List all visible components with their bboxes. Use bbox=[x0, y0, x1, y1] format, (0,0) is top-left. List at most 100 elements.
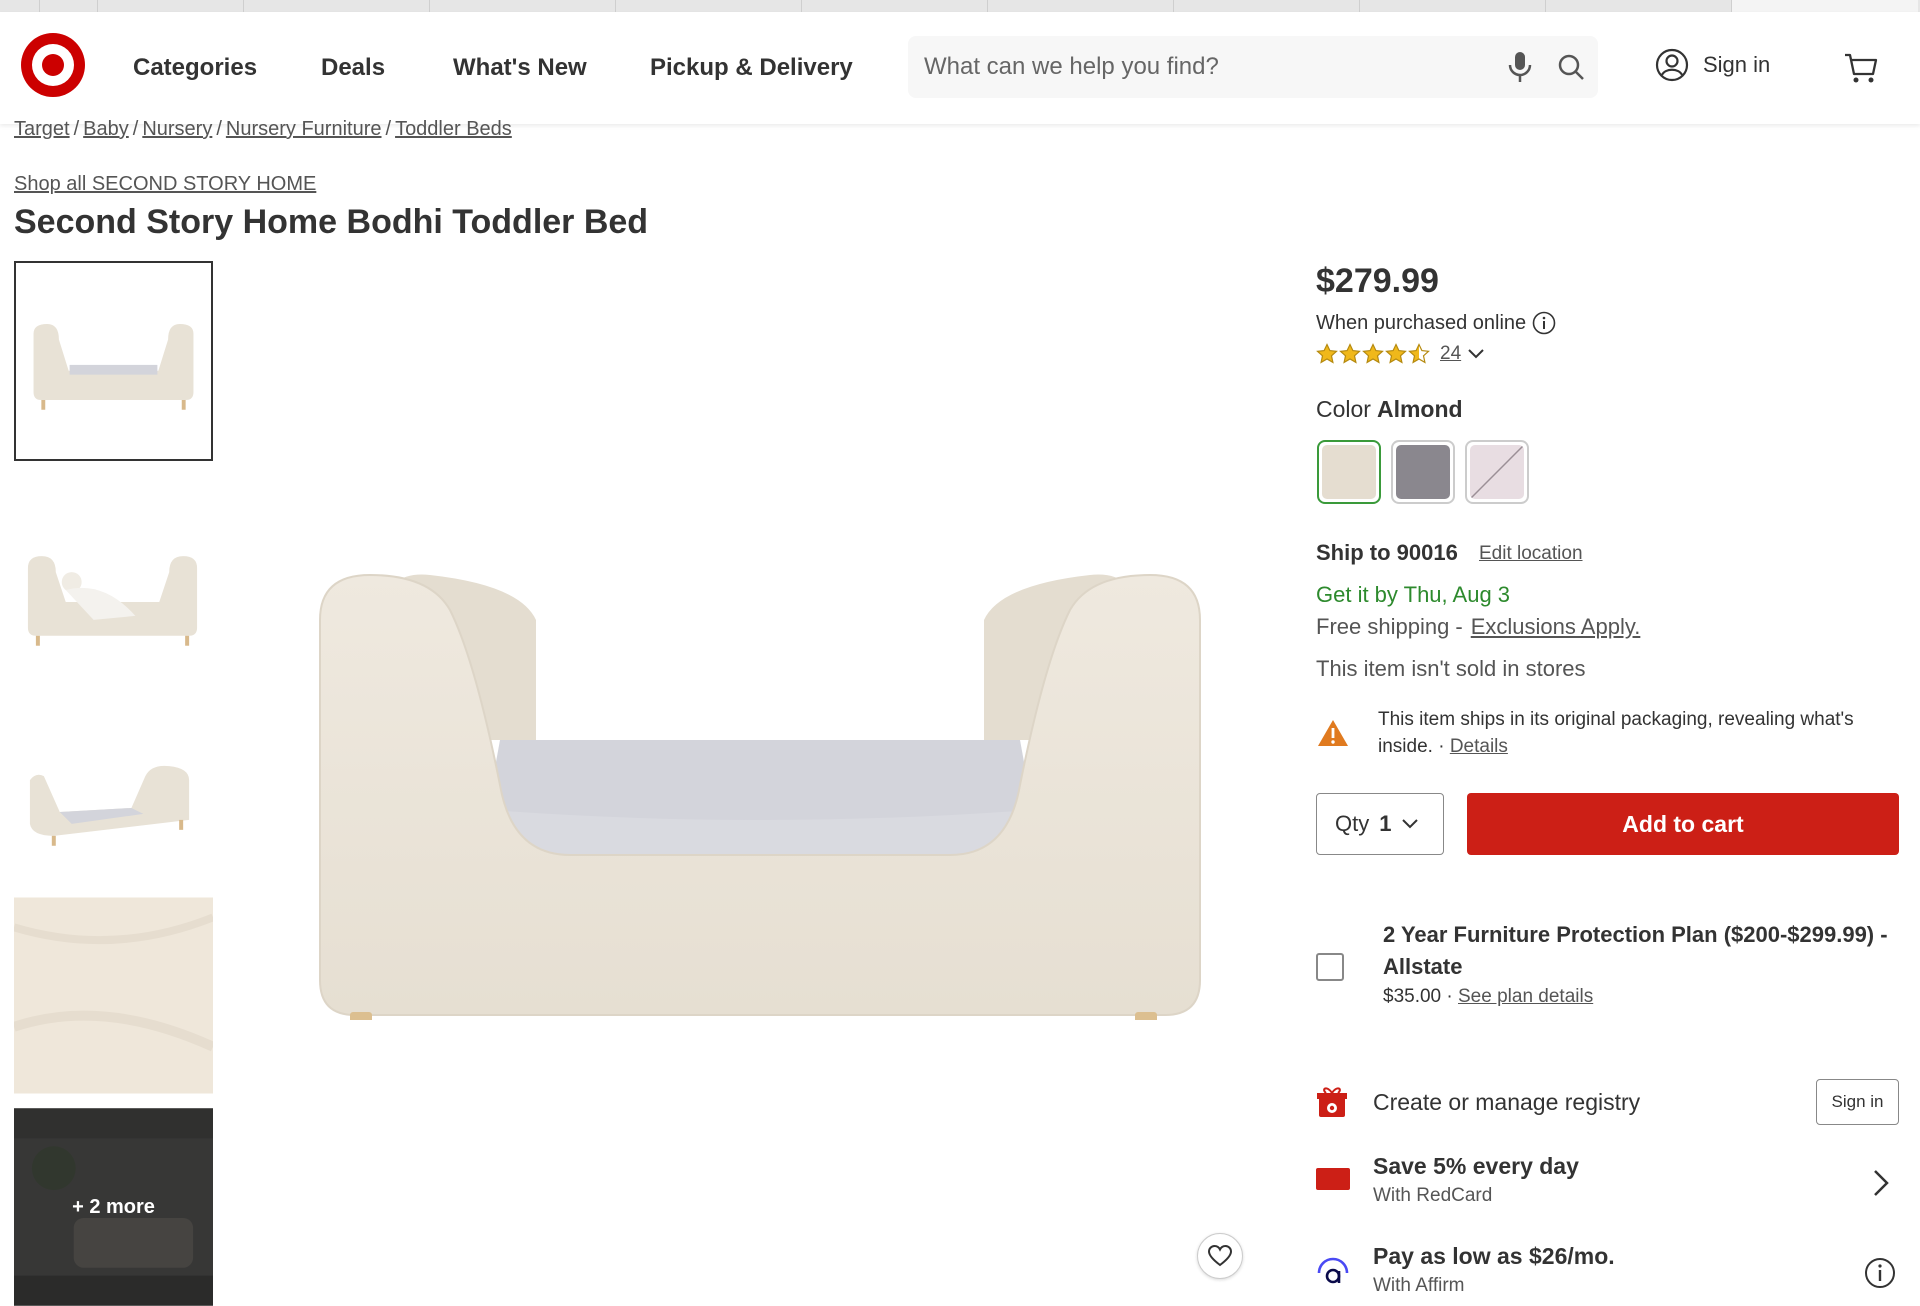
nav-categories[interactable]: Categories bbox=[133, 54, 257, 82]
tab-segment[interactable] bbox=[988, 0, 1174, 12]
color-swatch-blush[interactable] bbox=[1465, 440, 1529, 504]
qty-value: 1 bbox=[1379, 811, 1392, 836]
affirm-subtitle: With Affirm bbox=[1373, 1275, 1465, 1296]
color-label: Color bbox=[1316, 396, 1371, 422]
tab-segment[interactable] bbox=[244, 0, 430, 12]
color-selector-label: Color Almond bbox=[1316, 396, 1463, 423]
redcard-icon bbox=[1316, 1168, 1350, 1190]
fabric-swatch-thumbnail-image bbox=[14, 897, 213, 1094]
registry-sign-in-button[interactable]: Sign in bbox=[1816, 1079, 1899, 1125]
tab-segment[interactable] bbox=[1360, 0, 1546, 12]
thumbnail-3[interactable] bbox=[14, 700, 213, 900]
edit-location-link[interactable]: Edit location bbox=[1479, 543, 1583, 565]
search-bar bbox=[908, 36, 1598, 98]
toddler-bed-with-bear-thumbnail-image bbox=[14, 490, 213, 690]
tab-segment[interactable] bbox=[0, 0, 40, 12]
registry-link[interactable]: Create or manage registry bbox=[1373, 1089, 1640, 1116]
thumbnail-1[interactable] bbox=[14, 261, 213, 461]
tab-segment[interactable] bbox=[802, 0, 988, 12]
account-icon bbox=[1655, 48, 1689, 82]
shop-all-brand-link[interactable]: Shop all SECOND STORY HOME bbox=[14, 173, 316, 196]
delivery-estimate: Get it by Thu, Aug 3 bbox=[1316, 582, 1511, 607]
thumbnail-4[interactable] bbox=[14, 897, 213, 1094]
warning-icon bbox=[1318, 720, 1348, 746]
star-icon bbox=[1362, 343, 1384, 364]
breadcrumb-nursery-furniture[interactable]: Nursery Furniture bbox=[226, 118, 382, 140]
info-icon[interactable] bbox=[1864, 1257, 1896, 1289]
search-input[interactable] bbox=[924, 47, 1484, 87]
tab-segment[interactable] bbox=[1546, 0, 1732, 12]
selected-color-name: Almond bbox=[1376, 396, 1463, 422]
chevron-down-icon bbox=[1402, 819, 1419, 829]
exclusions-apply-link[interactable]: Exclusions Apply. bbox=[1471, 614, 1641, 639]
toddler-bed-angle-thumbnail-image bbox=[14, 700, 213, 900]
swatch-fill bbox=[1322, 445, 1376, 499]
product-title: Second Story Home Bodhi Toddler Bed bbox=[14, 203, 649, 241]
swatch-fill bbox=[1396, 445, 1450, 499]
browser-tab-strip bbox=[0, 0, 1920, 12]
add-to-cart-button[interactable]: Add to cart bbox=[1467, 793, 1899, 855]
breadcrumb-nursery[interactable]: Nursery bbox=[142, 118, 212, 140]
star-icon bbox=[1385, 343, 1407, 364]
more-images-label: + 2 more bbox=[14, 1108, 213, 1306]
purchased-online-note: When purchased online bbox=[1316, 311, 1556, 335]
gift-registry-icon bbox=[1317, 1087, 1347, 1117]
protection-plan-checkbox[interactable] bbox=[1316, 953, 1344, 981]
review-count[interactable]: 24 bbox=[1440, 343, 1461, 365]
breadcrumb-baby[interactable]: Baby bbox=[83, 118, 129, 140]
tab-segment[interactable] bbox=[1174, 0, 1360, 12]
color-swatch-almond[interactable] bbox=[1317, 440, 1381, 504]
main-product-image[interactable] bbox=[300, 540, 1220, 1020]
thumbnail-more[interactable]: + 2 more bbox=[14, 1108, 213, 1306]
favorite-button[interactable] bbox=[1197, 1233, 1243, 1279]
tab-active[interactable] bbox=[1732, 0, 1918, 12]
plan-price: $35.00 · bbox=[1383, 986, 1458, 1007]
tab-segment[interactable] bbox=[40, 0, 98, 12]
qty-label: Qty bbox=[1335, 811, 1370, 836]
nav-deals[interactable]: Deals bbox=[321, 54, 385, 82]
redcard-title[interactable]: Save 5% every day bbox=[1373, 1153, 1579, 1180]
microphone-icon[interactable] bbox=[1504, 50, 1536, 84]
star-rating bbox=[1316, 343, 1430, 365]
cart-icon[interactable] bbox=[1843, 50, 1879, 86]
color-swatch-gray[interactable] bbox=[1391, 440, 1455, 504]
packaging-warning: This item ships in its original packagin… bbox=[1378, 706, 1898, 760]
thumbnail-2[interactable] bbox=[14, 490, 213, 690]
see-plan-details-link[interactable]: See plan details bbox=[1458, 986, 1593, 1007]
product-price: $279.99 bbox=[1316, 262, 1439, 300]
breadcrumb-target[interactable]: Target bbox=[14, 118, 70, 140]
chevron-down-icon[interactable] bbox=[1467, 348, 1485, 360]
free-shipping-label: Free shipping - bbox=[1316, 614, 1463, 639]
target-logo-icon[interactable] bbox=[21, 33, 85, 97]
toddler-bed-thumbnail-image bbox=[16, 263, 211, 459]
info-icon[interactable] bbox=[1532, 311, 1556, 335]
tab-segment[interactable] bbox=[98, 0, 244, 12]
nav-pickup-delivery[interactable]: Pickup & Delivery bbox=[650, 54, 853, 82]
chevron-right-icon[interactable] bbox=[1872, 1168, 1890, 1198]
redcard-subtitle: With RedCard bbox=[1373, 1185, 1493, 1206]
rating-summary[interactable]: 24 bbox=[1316, 343, 1485, 365]
star-icon bbox=[1339, 343, 1361, 364]
breadcrumb: Target / Baby / Nursery / Nursery Furniture / To… bbox=[14, 118, 512, 140]
star-icon bbox=[1316, 343, 1338, 364]
quantity-select[interactable]: Qty 1 bbox=[1316, 793, 1444, 855]
breadcrumb-toddler-beds[interactable]: Toddler Beds bbox=[395, 118, 512, 140]
purchased-online-label: When purchased online bbox=[1316, 311, 1527, 334]
star-icon bbox=[1408, 343, 1430, 364]
free-shipping-note: Free shipping - Exclusions Apply. bbox=[1316, 614, 1640, 640]
swatch-fill bbox=[1470, 445, 1524, 499]
search-icon[interactable] bbox=[1556, 52, 1586, 82]
tab-segment[interactable] bbox=[616, 0, 802, 12]
site-header: Categories Deals What's New Pickup & Del… bbox=[0, 12, 1920, 124]
sign-in-link[interactable]: Sign in bbox=[1655, 48, 1770, 82]
heart-icon bbox=[1208, 1245, 1232, 1267]
protection-plan-price: $35.00 · See plan details bbox=[1383, 986, 1593, 1008]
packaging-details-link[interactable]: Details bbox=[1450, 736, 1508, 757]
affirm-icon bbox=[1317, 1257, 1349, 1284]
ship-to-zip: Ship to 90016 bbox=[1316, 540, 1458, 565]
unavailable-slash-icon bbox=[1470, 445, 1524, 499]
tab-segment[interactable] bbox=[430, 0, 616, 12]
protection-plan-title: 2 Year Furniture Protection Plan ($200-$… bbox=[1383, 922, 1888, 979]
nav-whats-new[interactable]: What's New bbox=[453, 54, 587, 82]
affirm-title[interactable]: Pay as low as $26/mo. bbox=[1373, 1243, 1615, 1270]
